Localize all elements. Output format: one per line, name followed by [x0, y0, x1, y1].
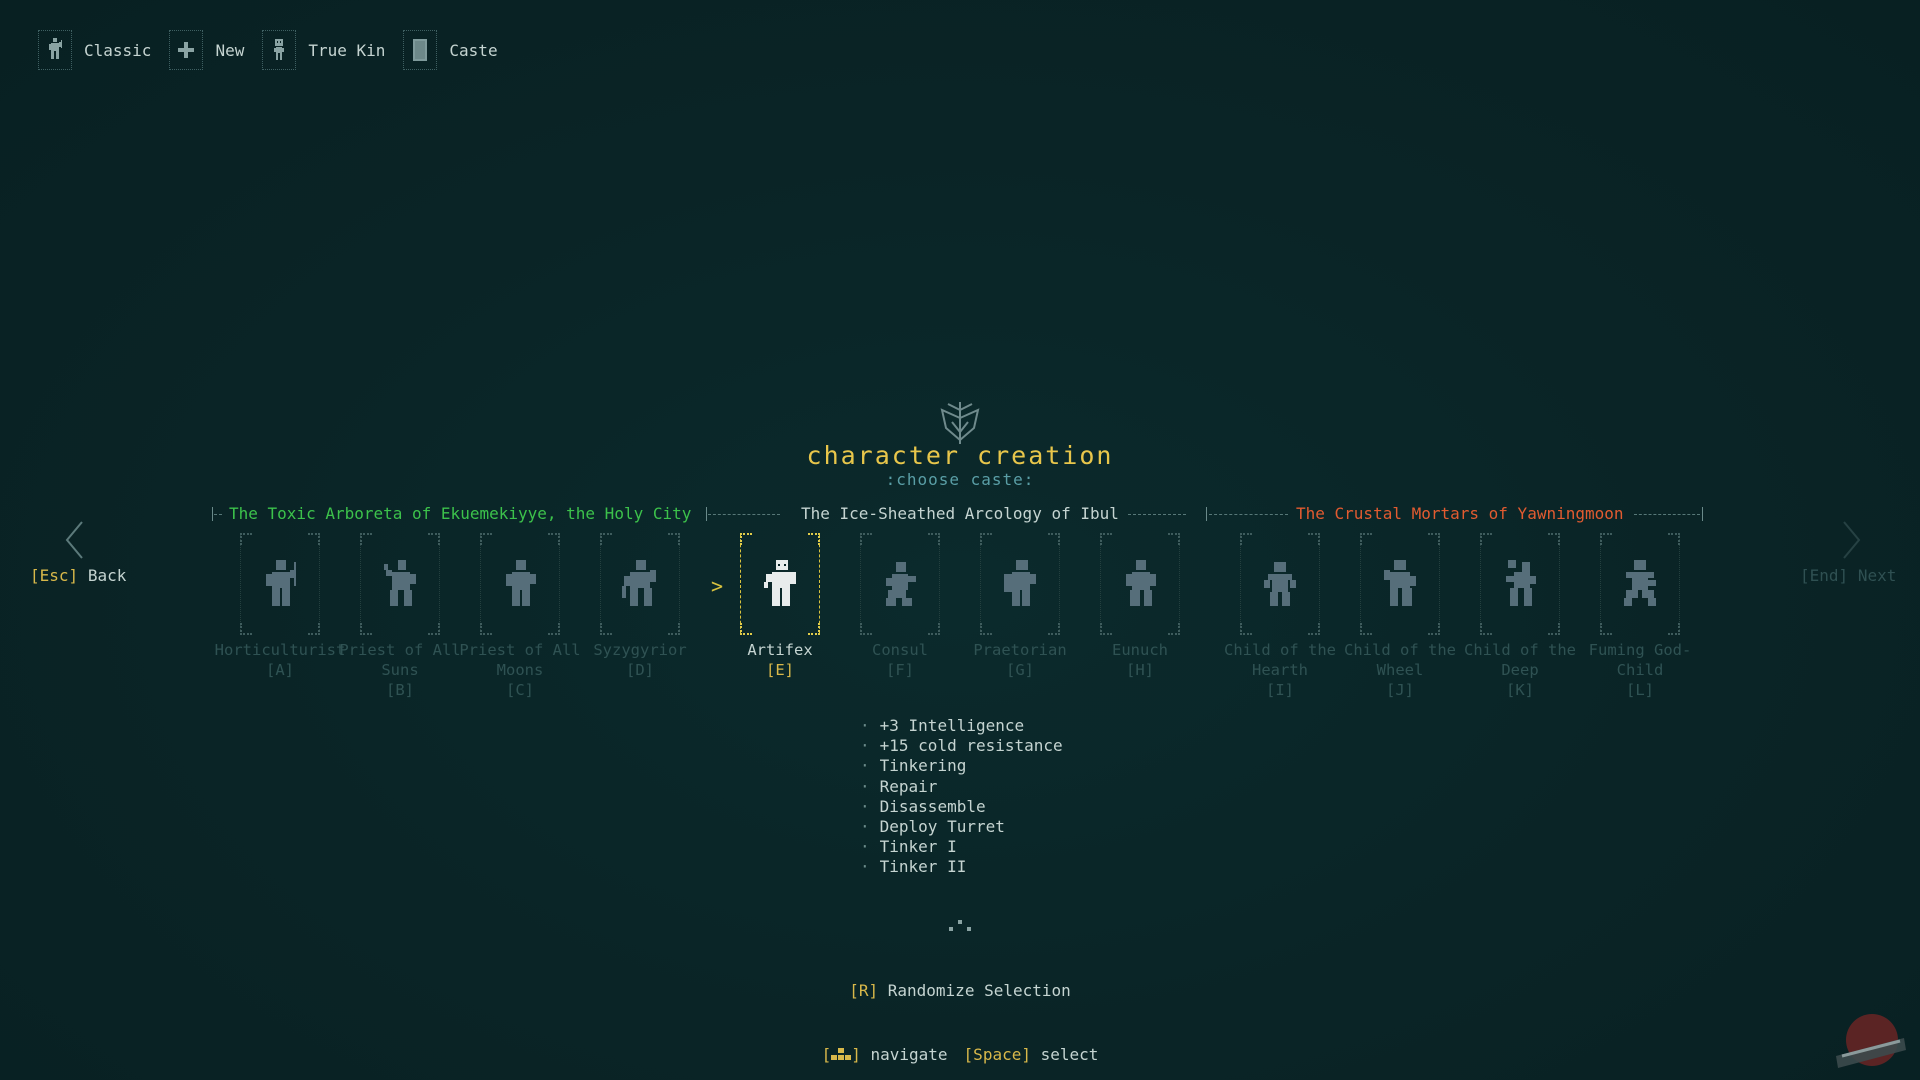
caste-name: Fuming God-Child — [1588, 641, 1692, 679]
region-rule — [1209, 514, 1288, 515]
priest-moons-sprite-icon — [506, 560, 536, 606]
caste-hotkey: [J] — [1386, 681, 1414, 699]
key-hints: [] navigate [Space] select — [0, 1045, 1920, 1064]
randomize-button[interactable]: [R] Randomize Selection — [0, 981, 1920, 1000]
breadcrumb-label: New — [215, 40, 245, 60]
caste-card-artifex[interactable]: Artifex [E] — [720, 532, 840, 702]
region-header: The Toxic Arboreta of Ekuemekiyye, the H… — [210, 504, 1710, 526]
caste-hotkey: [I] — [1266, 681, 1294, 699]
qud-emblem-icon — [940, 402, 980, 444]
breadcrumb-label: Caste — [449, 40, 498, 60]
fuming-god-child-sprite-icon — [1624, 560, 1656, 606]
caste-card-child-of-the-deep[interactable]: Child of the Deep [K] — [1460, 532, 1580, 702]
caste-name: Child of the Deep — [1464, 641, 1576, 679]
page-subtitle: :choose caste: — [885, 470, 1035, 489]
bonus-item: · Tinker II — [860, 857, 967, 877]
region-divider — [1206, 507, 1207, 521]
plus-icon — [169, 30, 204, 70]
caste-bonus-list: · +3 Intelligence · +15 cold resistance · T… — [860, 716, 1063, 878]
caste-name: Priest of All Moons — [459, 641, 581, 679]
randomize-label: Randomize Selection — [887, 981, 1071, 1000]
character-creation-screen: Classic New True Kin Caste character cre… — [0, 0, 1920, 1080]
caste-hotkey: [F] — [886, 661, 914, 679]
syzygyrior-sprite-icon — [622, 560, 656, 606]
page-title: character creation — [806, 441, 1114, 470]
bonus-item: · +3 Intelligence — [860, 716, 1025, 735]
breadcrumb-item-caste[interactable]: Caste — [403, 30, 498, 70]
horticulturist-sprite-icon — [266, 560, 296, 606]
caste-name: Praetorian — [973, 641, 1067, 659]
spinner-icon — [949, 920, 971, 931]
watermark-logo — [1836, 1014, 1906, 1068]
caste-card-priest-of-all-suns[interactable]: Priest of All Suns [B] — [339, 532, 461, 702]
region-label-ekuemekiyye: The Toxic Arboreta of Ekuemekiyye, the H… — [229, 504, 692, 523]
caste-card-priest-of-all-moons[interactable]: Priest of All Moons [C] — [459, 532, 581, 702]
caste-card-praetorian[interactable]: Praetorian [G] — [960, 532, 1080, 702]
card-icon — [403, 30, 438, 70]
caste-name: Eunuch — [1112, 641, 1168, 659]
region-divider — [212, 507, 213, 521]
bonus-item: · Tinker I — [860, 837, 957, 857]
caste-hotkey: [K] — [1506, 681, 1534, 699]
bonus-item: · Deploy Turret — [860, 817, 1005, 837]
bonus-item: · +15 cold resistance — [860, 736, 1063, 756]
caste-name: Consul — [872, 641, 928, 659]
caste-card-horticulturist[interactable]: Horticulturist [A] — [215, 532, 345, 702]
caste-name: Priest of All Suns — [339, 641, 461, 679]
child-deep-sprite-icon — [1506, 560, 1536, 606]
artifex-sprite-icon — [764, 560, 796, 606]
select-label: select — [1040, 1045, 1099, 1064]
caste-hotkey: [G] — [1006, 661, 1034, 679]
select-hotkey: [Space] — [963, 1045, 1031, 1064]
bonus-item: · Repair — [860, 776, 938, 796]
bonus-item: · Tinkering — [860, 756, 967, 776]
breadcrumb-item-new[interactable]: New — [169, 30, 244, 70]
region-rule — [1634, 514, 1700, 515]
region-rule — [708, 514, 780, 515]
breadcrumb-item-true-kin[interactable]: True Kin — [262, 30, 385, 70]
child-hearth-sprite-icon — [1264, 562, 1296, 606]
caste-name: Horticulturist — [214, 641, 346, 659]
breadcrumb-label: Classic — [84, 40, 152, 60]
caste-hotkey: [B] — [386, 681, 414, 699]
caste-card-child-of-the-hearth[interactable]: Child of the Hearth [I] — [1220, 532, 1340, 702]
caste-name: Child of the Wheel — [1344, 641, 1456, 679]
breadcrumb-item-classic[interactable]: Classic — [38, 30, 151, 70]
eunuch-sprite-icon — [1126, 560, 1156, 606]
randomize-hotkey: [R] — [849, 981, 879, 1000]
caste-card-eunuch[interactable]: Eunuch [H] — [1080, 532, 1200, 702]
true-kin-figure-icon — [262, 30, 297, 70]
region-label-yawningmoon: The Crustal Mortars of Yawningmoon — [1296, 504, 1624, 523]
arrow-keys-icon — [831, 1048, 852, 1060]
caste-list: > Horticulturist [A] Priest of All Suns … — [0, 532, 1920, 712]
caste-name: Child of the Hearth — [1224, 641, 1336, 679]
region-divider — [706, 507, 707, 521]
caste-card-child-of-the-wheel[interactable]: Child of the Wheel [J] — [1340, 532, 1460, 702]
consul-sprite-icon — [886, 562, 916, 606]
caste-hotkey: [C] — [506, 681, 534, 699]
bonus-item: · Disassemble — [860, 796, 986, 816]
caste-hotkey: [D] — [626, 661, 654, 679]
breadcrumb-label: True Kin — [308, 40, 386, 60]
navigate-hotkey: [] — [821, 1045, 861, 1064]
caste-hotkey: [A] — [266, 661, 294, 679]
breadcrumb: Classic New True Kin Caste — [38, 30, 498, 70]
priest-suns-sprite-icon — [384, 560, 416, 606]
praetorian-sprite-icon — [1004, 560, 1036, 606]
region-rule — [214, 514, 222, 515]
caste-hotkey: [E] — [766, 661, 794, 679]
mutant-figure-icon — [38, 30, 72, 70]
caste-hotkey: [H] — [1126, 661, 1154, 679]
region-rule — [1128, 514, 1186, 515]
caste-name: Artifex — [747, 641, 813, 659]
region-divider — [1702, 507, 1703, 521]
caste-card-syzygyrior[interactable]: Syzygyrior [D] — [580, 532, 700, 702]
caste-hotkey: [L] — [1626, 681, 1654, 699]
navigate-label: navigate — [870, 1045, 948, 1064]
caste-card-consul[interactable]: Consul [F] — [840, 532, 960, 702]
child-wheel-sprite-icon — [1384, 560, 1416, 606]
region-label-ibul: The Ice-Sheathed Arcology of Ibul — [801, 504, 1119, 523]
caste-name: Syzygyrior — [593, 641, 687, 659]
caste-card-fuming-god-child[interactable]: Fuming God-Child [L] — [1580, 532, 1700, 702]
